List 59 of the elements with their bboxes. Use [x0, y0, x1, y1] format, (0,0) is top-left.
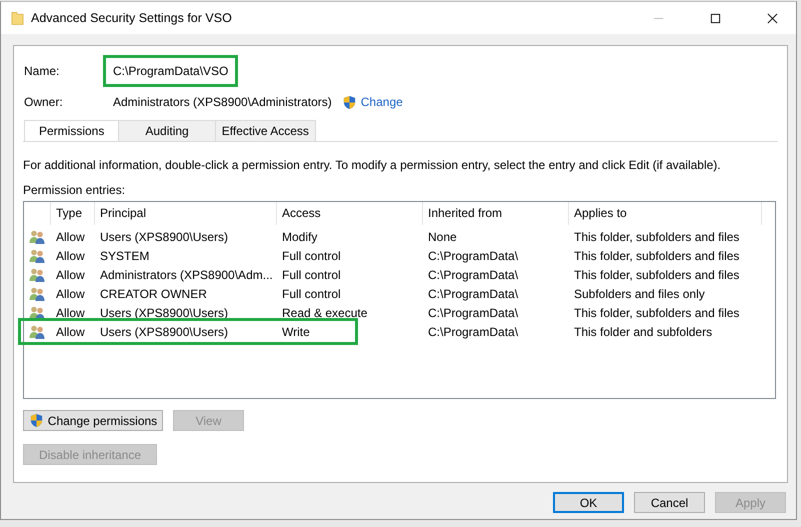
table-cell-text: C:\ProgramData\ — [427, 248, 520, 262]
close-icon[interactable] — [767, 12, 778, 24]
column-header[interactable]: Principal — [94, 202, 276, 225]
column-header[interactable]: Access — [276, 202, 422, 225]
table-cell-text: Read & execute — [281, 306, 368, 320]
table-cell-text: C:\ProgramData\ — [427, 286, 520, 300]
column-header[interactable]: Type — [50, 202, 94, 225]
change-permissions-button[interactable]: Change permissions — [23, 410, 163, 431]
owner-label: Owner: — [24, 95, 64, 109]
users-icon — [29, 324, 45, 340]
folder-icon — [11, 10, 24, 26]
name-label: Name: — [24, 64, 60, 78]
table-cell-text: Administrators (XPS8900\Adm... — [99, 268, 274, 282]
table-cell-text: Users (XPS8900\Users) — [99, 324, 230, 338]
table-cell-text: This folder, subfolders and files — [573, 268, 740, 282]
table-cell-text: Full control — [281, 248, 342, 262]
table-cell-text: None — [427, 230, 458, 244]
table-cell-text: SYSTEM — [99, 248, 150, 262]
shield-icon — [342, 94, 357, 110]
table-cell-text: This folder and subfolders — [573, 324, 714, 338]
table-cell-text: C:\ProgramData\ — [427, 268, 520, 282]
tab[interactable]: Auditing — [118, 120, 216, 141]
table-cell-text: C:\ProgramData\ — [427, 306, 520, 320]
table-cell-text: This folder, subfolders and files — [573, 230, 740, 244]
table-cell-text: Allow — [55, 248, 86, 262]
dialog-button[interactable]: Cancel — [634, 492, 705, 513]
table-cell-text: Users (XPS8900\Users) — [99, 230, 230, 244]
users-icon — [29, 248, 45, 264]
table-cell-text: Allow — [55, 324, 86, 338]
owner-value: Administrators (XPS8900\Administrators) — [113, 95, 332, 109]
table-cell-text: Allow — [55, 286, 86, 300]
users-icon — [29, 304, 45, 320]
column-header[interactable]: Inherited from — [422, 202, 568, 225]
users-icon — [29, 266, 45, 282]
users-icon — [29, 228, 45, 244]
change-owner-link[interactable]: Change — [360, 95, 403, 109]
table-cell-text: Full control — [281, 268, 342, 282]
window-title: Advanced Security Settings for VSO — [31, 11, 232, 25]
table-cell-text: This folder, subfolders and files — [573, 306, 740, 320]
table-cell-text: This folder, subfolders and files — [573, 248, 740, 262]
table-cell-text: Allow — [55, 268, 86, 282]
info-text: For additional information, double-click a permission entry. To modify a permission entry, select the entry and click Edit (if available). — [23, 158, 722, 174]
table-cell-text: Subfolders and files only — [573, 286, 706, 300]
table-cell-text: Allow — [55, 306, 86, 320]
table-cell-text: CREATOR OWNER — [99, 286, 208, 300]
table-cell-text: C:\ProgramData\ — [427, 324, 520, 338]
table-cell-text: Users (XPS8900\Users) — [99, 306, 230, 320]
table-cell-text: Full control — [281, 286, 342, 300]
tab[interactable]: Effective Access — [214, 120, 316, 141]
dialog-button[interactable]: OK — [553, 492, 624, 513]
table-cell-text: Write — [281, 324, 311, 338]
column-header[interactable]: Applies to — [568, 202, 761, 225]
permission-entries-label: Permission entries: — [23, 183, 126, 199]
maximize-icon[interactable] — [710, 12, 721, 24]
table-cell-text: Modify — [281, 230, 318, 244]
users-icon — [29, 286, 45, 302]
name-value: C:\ProgramData\VSO — [103, 55, 238, 87]
table-cell-text: Allow — [55, 230, 86, 244]
tab[interactable]: Permissions — [24, 120, 120, 141]
